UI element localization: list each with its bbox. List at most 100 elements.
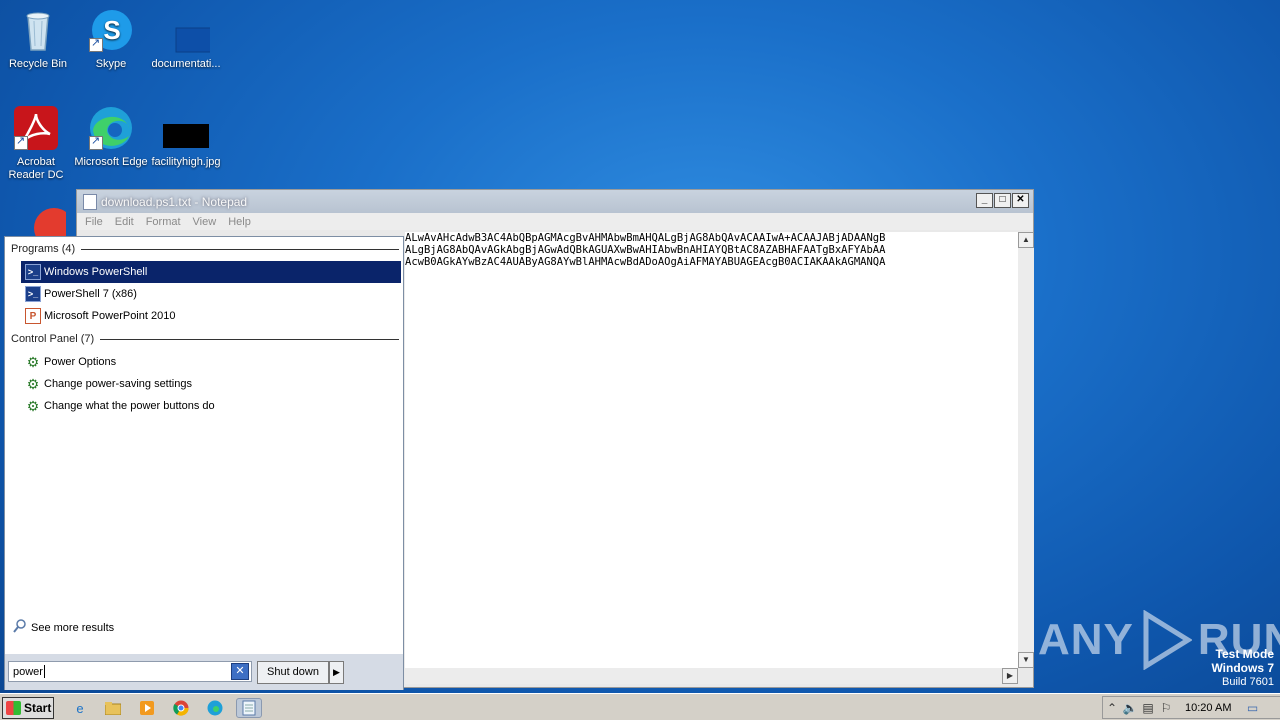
desktop-icon-label: Skype — [95, 58, 127, 70]
skype-icon: S — [87, 6, 135, 54]
desktop-icon-label: Microsoft Edge — [74, 156, 148, 168]
test-mode-line: Test Mode — [1215, 647, 1274, 661]
desktop-icon-edge[interactable]: Microsoft Edge — [73, 104, 149, 169]
svg-text:S: S — [103, 15, 120, 45]
text-caret — [43, 665, 45, 678]
menu-file[interactable]: File — [85, 216, 103, 228]
build-line: Build 7601 — [1222, 676, 1274, 688]
desktop-icon-facilityhigh[interactable]: facilityhigh.jpg — [148, 104, 224, 169]
menu-format[interactable]: Format — [146, 216, 181, 228]
control-panel-label: Power Options — [44, 356, 117, 368]
windows-logo-icon — [6, 701, 21, 715]
recycle-bin-icon — [14, 6, 62, 54]
desktop-icon-acrobat[interactable]: Acrobat Reader DC — [0, 104, 74, 182]
program-label: PowerShell 7 (x86) — [44, 288, 137, 300]
file-explorer-icon[interactable] — [103, 698, 123, 718]
menu-view[interactable]: View — [193, 216, 217, 228]
control-panel-power-options[interactable]: ⚙ Power Options — [21, 351, 401, 373]
programs-header: Programs (4) — [11, 243, 76, 255]
start-button[interactable]: Start — [2, 697, 54, 719]
edge-icon[interactable] — [205, 698, 225, 718]
show-desktop-icon[interactable]: ▭ — [1243, 701, 1261, 715]
control-panel-icon: ⚙ — [26, 375, 40, 392]
notepad-icon — [83, 193, 97, 210]
show-hidden-icons-icon[interactable]: ⌃ — [1103, 701, 1121, 715]
desktop-icon-recycle-bin[interactable]: Recycle Bin — [0, 6, 76, 71]
see-more-results[interactable]: See more results — [13, 619, 114, 636]
acrobat-icon — [12, 104, 60, 152]
control-panel-group-header: Control Panel (7) — [11, 333, 399, 345]
desktop-icon-label: Recycle Bin — [8, 58, 68, 70]
document-icon — [162, 6, 223, 54]
windows-version-line: Windows 7 — [1211, 661, 1274, 675]
control-panel-icon: ⚙ — [26, 353, 40, 370]
program-powerpoint[interactable]: P Microsoft PowerPoint 2010 — [21, 305, 401, 327]
text-line: ALwAvAHcAdwB3AC4AbQBpAGMAcgBvAHMAbwBmAHQ… — [405, 232, 886, 244]
shortcut-arrow-icon — [14, 135, 28, 150]
taskbar: Start e ⌃ 🔈 ▤ ⚐ 10:20 AM ▭ — [0, 693, 1280, 720]
search-icon — [13, 619, 27, 636]
scroll-down-icon[interactable]: ▼ — [1018, 652, 1034, 668]
desktop-icon-skype[interactable]: S Skype — [73, 6, 149, 71]
notepad-titlebar[interactable]: download.ps1.txt - Notepad _ □ ✕ — [77, 190, 1033, 213]
search-value: power — [13, 665, 43, 678]
clear-search-icon[interactable]: ✕ — [231, 663, 249, 680]
control-panel-power-buttons[interactable]: ⚙ Change what the power buttons do — [21, 395, 401, 417]
text-line: AcwB0AGkAYwBzAC4AUAByAG8AYwBlAHMAcwBdADo… — [405, 256, 886, 268]
see-more-label: See more results — [31, 621, 115, 634]
powershell-icon: >_ — [25, 286, 41, 302]
shortcut-arrow-icon — [89, 135, 103, 150]
internet-explorer-icon[interactable]: e — [70, 698, 90, 718]
shutdown-button[interactable]: Shut down — [257, 661, 329, 684]
network-icon[interactable]: ▤ — [1139, 701, 1157, 715]
start-label: Start — [24, 701, 52, 715]
scroll-right-icon[interactable]: ▶ — [1002, 668, 1018, 684]
minimize-button[interactable]: _ — [976, 193, 993, 208]
media-player-icon[interactable] — [137, 698, 157, 718]
vertical-scrollbar[interactable]: ▲ ▼ — [1018, 232, 1034, 668]
scroll-up-icon[interactable]: ▲ — [1018, 232, 1034, 248]
system-tray: ⌃ 🔈 ▤ ⚐ 10:20 AM ▭ — [1102, 696, 1280, 719]
search-input[interactable]: power — [8, 661, 252, 682]
maximize-button[interactable]: □ — [994, 193, 1011, 208]
edge-icon — [87, 104, 135, 152]
start-menu-bottom-bar: power ✕ Shut down ▶ — [5, 654, 403, 690]
image-file-icon — [162, 104, 210, 152]
action-center-flag-icon[interactable]: ⚐ — [1157, 701, 1175, 715]
control-panel-icon: ⚙ — [26, 397, 40, 414]
powerpoint-icon: P — [25, 308, 41, 324]
play-logo-icon — [1143, 610, 1192, 670]
start-menu: Programs (4) >_ Windows PowerShell >_ Po… — [4, 236, 404, 690]
shortcut-arrow-icon — [89, 37, 103, 52]
test-mode-label: Test Mode Windows 7 Build 7601 — [1211, 647, 1274, 689]
volume-icon[interactable]: 🔈 — [1121, 701, 1139, 715]
program-windows-powershell[interactable]: >_ Windows PowerShell — [21, 261, 401, 283]
desktop-icon-documentation[interactable]: documentati... — [148, 6, 224, 71]
notepad-taskbar-icon[interactable] — [236, 698, 262, 718]
text-line: ALgBjAG8AbQAvAGkAbgBjAGwAdQBkAGUAXwBwAHI… — [405, 244, 886, 256]
text-editor[interactable]: ALwAvAHcAdwB3AC4AbQBpAGMAcgBvAHMAbwBmAHQ… — [405, 232, 1018, 668]
control-panel-header: Control Panel (7) — [11, 333, 95, 345]
horizontal-scrollbar[interactable]: ▶ — [405, 668, 1018, 684]
program-powershell-7[interactable]: >_ PowerShell 7 (x86) — [21, 283, 401, 305]
control-panel-power-saving[interactable]: ⚙ Change power-saving settings — [21, 373, 401, 395]
chrome-icon[interactable] — [171, 698, 191, 718]
clock[interactable]: 10:20 AM — [1185, 702, 1231, 714]
divider — [81, 248, 399, 250]
program-label: Windows PowerShell — [44, 266, 148, 278]
control-panel-label: Change power-saving settings — [44, 378, 192, 390]
menu-edit[interactable]: Edit — [115, 216, 134, 228]
program-label: Microsoft PowerPoint 2010 — [44, 310, 176, 322]
desktop-icon-label: documentati... — [151, 58, 221, 70]
programs-group-header: Programs (4) — [11, 243, 399, 255]
divider — [100, 338, 399, 340]
shutdown-options-icon[interactable]: ▶ — [329, 661, 344, 684]
powershell-icon: >_ — [25, 264, 41, 280]
watermark-left-text: ANY — [1038, 615, 1134, 664]
desktop-icon-label: Acrobat Reader DC — [8, 156, 64, 181]
menu-bar: File Edit Format View Help — [77, 213, 1033, 230]
window-title: download.ps1.txt - Notepad — [101, 194, 248, 209]
close-button[interactable]: ✕ — [1012, 193, 1029, 208]
control-panel-label: Change what the power buttons do — [44, 400, 215, 412]
menu-help[interactable]: Help — [228, 216, 251, 228]
